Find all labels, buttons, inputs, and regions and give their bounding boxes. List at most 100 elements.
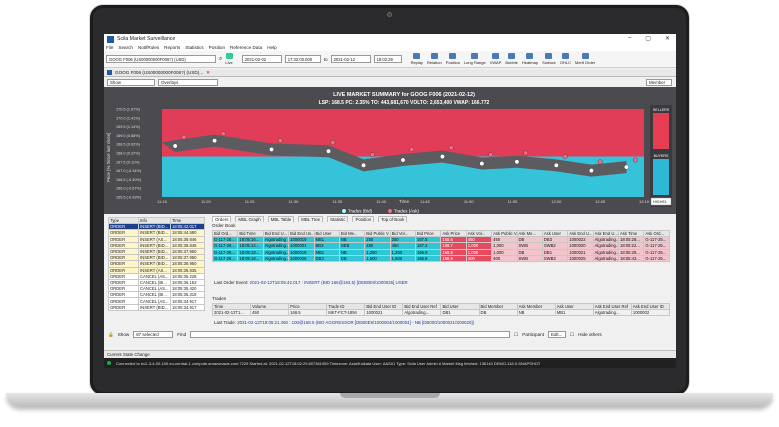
bid-trade-point[interactable] [514,159,520,165]
y-tick-label: 166.5 (-0.40%) [116,178,142,182]
trades-header[interactable]: Ask End User ID [630,302,671,311]
toolbar-button-label: Heatmap [521,60,539,65]
menu-file[interactable]: File [106,45,113,50]
menu-search[interactable]: Search [118,45,133,50]
ask-trade-point[interactable] [562,154,568,159]
event-row[interactable]: ORDER INSERT (BID... 18:05:37.950 [108,254,205,262]
search-icon[interactable]: ⌕ [219,56,222,63]
menu-reports[interactable]: Reports [164,45,180,50]
event-row[interactable]: ORDER INSERT (AS... 18:05:39.846 [108,235,205,243]
ask-trade-point[interactable] [632,157,638,163]
bid-trade-point[interactable] [589,168,594,174]
date-to-field[interactable]: 2021-02-12 [330,55,371,63]
event-row[interactable]: ORDER CANCEL (AS... 18:05:34.917 [108,297,205,305]
instrument-select[interactable]: GOOG F006 (US00000000F006?) (USD) [106,55,216,63]
bid-trade-point[interactable] [269,147,274,152]
ask-trade-point[interactable] [488,152,494,158]
bid-trade-point[interactable] [326,148,331,154]
tab-mbl-table[interactable]: MBL Table [267,216,295,222]
event-row[interactable]: ORDER INSERT (BID... 18:05:38.845 [108,241,205,249]
market-chart[interactable]: LIVE MARKET SUMMARY for GOOG F006 (2021-… [104,87,676,214]
menu-reference-data[interactable]: Reference Data [230,45,262,50]
tab-orders[interactable]: Orders [212,216,232,222]
filter-select[interactable]: 87 selected [133,331,174,338]
menu-position[interactable]: Position [209,45,225,50]
ask-trade-point[interactable] [220,131,226,137]
event-row[interactable]: ORDER INSERT (BID... 18:05:34.917 [108,303,205,311]
bid-trade-point[interactable] [361,162,366,168]
event-row[interactable]: ORDER INSERT (BID... 18:05:44.590 [108,229,205,237]
bid-trade-point[interactable] [400,157,406,163]
trade-row[interactable]: 2021-02-12T1... 450 168.5 MKT-FCT-1894 10000… [211,309,671,317]
order-book-header[interactable]: Bid End Us... [288,229,315,238]
trades-header[interactable]: Bid End User Ref [402,302,442,311]
long-range-button[interactable]: Long Range [464,53,486,65]
event-row[interactable]: ORDER CANCEL (AS... 18:05:35.420 [108,285,205,293]
date-from-field[interactable]: 2021-02-02 [241,55,282,63]
bid-trade-point[interactable] [624,164,629,170]
find-input[interactable] [190,331,511,338]
live-button[interactable]: Live [225,53,233,65]
vwap-button[interactable]: VWAP [490,53,501,65]
relation-button[interactable]: Relation [427,53,442,65]
hide-others-checkbox[interactable]: ☐ [570,332,574,338]
participant-checkbox[interactable]: ☐ [514,332,518,338]
bid-trade-point[interactable] [553,162,559,168]
time-to-field[interactable]: 18:02:29 [373,55,402,63]
maximize-icon[interactable]: ▢ [645,35,651,42]
bid-trade-point[interactable] [440,154,445,159]
event-row[interactable]: ORDER INSERT (BID... 18:05:36.950 [108,260,205,268]
menu-statistics[interactable]: Statistics [185,45,203,50]
tab-close-icon[interactable]: ✕ [206,70,210,76]
tab-top-of-book[interactable]: Top of Book [378,216,408,222]
ask-trade-point[interactable] [369,152,375,158]
minimize-icon[interactable]: – [628,35,631,42]
event-row[interactable]: ORDER CANCEL (AS... 18:05:35.228 [108,272,205,280]
member-select[interactable]: Member [646,79,672,86]
event-row[interactable]: ORDER INSERT (BID... 18:05:37.950 [108,247,205,256]
ask-trade-point[interactable] [181,134,187,140]
tab-position[interactable]: Position [352,216,375,222]
ask-trade-point[interactable] [448,145,454,151]
time-from-field[interactable]: 17:32:00.000 [284,55,321,63]
bubble-button[interactable]: Bubble [505,53,518,65]
surface-button[interactable]: Surface [542,53,556,65]
chart-summary: LSP: 168.5 PC: 2.35% TO: 443,681,670 VOL… [319,100,490,106]
heatmap-button[interactable]: Heatmap [522,53,538,65]
ask-trade-point[interactable] [277,138,283,144]
order-book-header[interactable]: Bid Public V... [364,229,391,238]
tab-statistic[interactable]: Statistic [327,216,349,222]
bid-trade-point[interactable] [172,143,178,149]
show-select[interactable]: Show [107,79,155,86]
ask-trade-point[interactable] [409,147,415,152]
event-row[interactable]: ORDER CANCEL (BI... 18:05:35.318 [108,291,205,299]
replay-button[interactable]: Replay [411,53,423,65]
event-row[interactable]: ORDER CANCEL (BI... 18:05:36.153 [108,278,205,287]
ask-trade-point[interactable] [330,140,336,145]
trade-cell: Algotrading... [592,309,632,317]
close-icon[interactable]: ✕ [665,35,670,42]
order-book-row[interactable]: G-117-26... 18:05:18... Algotrading... 1000… [211,254,670,262]
order-book-header[interactable]: Ask End U... [592,229,620,238]
position-button[interactable]: Position [446,53,460,65]
ask-trade-point[interactable] [523,150,529,156]
edit-button[interactable]: Edit... [548,331,567,338]
overlays-select[interactable]: Overlays [158,79,218,86]
event-row[interactable]: ORDER INSERT (BID... 18:05:42.017 [108,223,205,231]
tab-mbl-tree[interactable]: MBL Tree [298,216,324,222]
menu-notifrules[interactable]: NotifRules [138,45,159,50]
event-row[interactable]: ORDER INSERT (AS... 18:05:35.835 [108,266,205,274]
ohlc-button[interactable]: OHLC [560,53,571,65]
trades-header[interactable]: Ask End User Ref [592,302,632,311]
tab-instrument[interactable]: GOOG F006 (US00000000F006?) (USD)... [115,70,203,75]
menu-help[interactable]: Help [267,45,276,50]
ask-trade-point[interactable] [597,159,603,165]
order-book-header[interactable]: Ask End U... [567,229,594,238]
buyers-bar [653,159,669,195]
bid-trade-point[interactable] [479,161,485,166]
order-book-header[interactable]: Bid End U... [262,229,290,238]
order-book-header[interactable]: Ask Public V... [491,229,518,238]
bid-trade-point[interactable] [212,138,217,144]
merit-order-button[interactable]: Merit Order [575,53,595,65]
tab-mbl-graph[interactable]: MBL Graph [235,216,264,222]
